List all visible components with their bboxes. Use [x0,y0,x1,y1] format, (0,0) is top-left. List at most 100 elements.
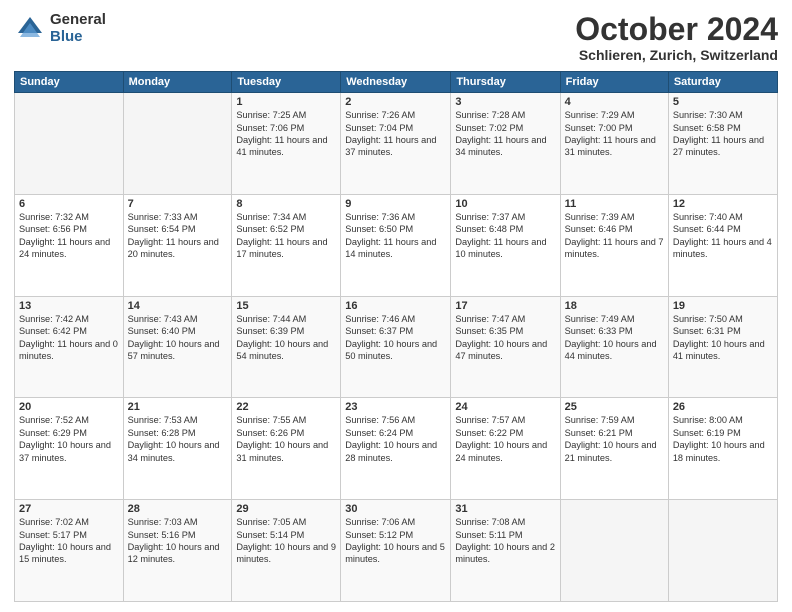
logo-blue-text: Blue [50,29,106,46]
day-number: 14 [128,300,228,312]
calendar-cell-w4-d0: 27Sunrise: 7:02 AM Sunset: 5:17 PM Dayli… [15,500,124,602]
calendar-cell-w0-d0 [15,93,124,195]
week-row-2: 13Sunrise: 7:42 AM Sunset: 6:42 PM Dayli… [15,296,778,398]
day-info: Sunrise: 7:06 AM Sunset: 5:12 PM Dayligh… [345,516,446,566]
calendar-cell-w4-d1: 28Sunrise: 7:03 AM Sunset: 5:16 PM Dayli… [123,500,232,602]
day-info: Sunrise: 7:59 AM Sunset: 6:21 PM Dayligh… [565,414,664,464]
day-number: 27 [19,503,119,515]
week-row-0: 1Sunrise: 7:25 AM Sunset: 7:06 PM Daylig… [15,93,778,195]
header: General Blue October 2024 Schlieren, Zur… [14,12,778,63]
calendar-cell-w1-d0: 6Sunrise: 7:32 AM Sunset: 6:56 PM Daylig… [15,194,124,296]
day-info: Sunrise: 7:29 AM Sunset: 7:00 PM Dayligh… [565,109,664,159]
day-info: Sunrise: 7:50 AM Sunset: 6:31 PM Dayligh… [673,313,773,363]
day-number: 6 [19,198,119,210]
day-info: Sunrise: 7:53 AM Sunset: 6:28 PM Dayligh… [128,414,228,464]
calendar-cell-w2-d3: 16Sunrise: 7:46 AM Sunset: 6:37 PM Dayli… [341,296,451,398]
logo-general-text: General [50,12,106,29]
day-info: Sunrise: 7:49 AM Sunset: 6:33 PM Dayligh… [565,313,664,363]
header-saturday: Saturday [668,72,777,93]
day-info: Sunrise: 7:02 AM Sunset: 5:17 PM Dayligh… [19,516,119,566]
calendar-cell-w2-d0: 13Sunrise: 7:42 AM Sunset: 6:42 PM Dayli… [15,296,124,398]
day-number: 7 [128,198,228,210]
day-number: 30 [345,503,446,515]
calendar-cell-w4-d3: 30Sunrise: 7:06 AM Sunset: 5:12 PM Dayli… [341,500,451,602]
day-number: 12 [673,198,773,210]
calendar-cell-w1-d6: 12Sunrise: 7:40 AM Sunset: 6:44 PM Dayli… [668,194,777,296]
location: Schlieren, Zurich, Switzerland [575,47,778,63]
day-info: Sunrise: 8:00 AM Sunset: 6:19 PM Dayligh… [673,414,773,464]
day-number: 22 [236,401,336,413]
day-number: 4 [565,96,664,108]
calendar-cell-w3-d2: 22Sunrise: 7:55 AM Sunset: 6:26 PM Dayli… [232,398,341,500]
calendar-cell-w2-d1: 14Sunrise: 7:43 AM Sunset: 6:40 PM Dayli… [123,296,232,398]
logo-icon [14,13,46,45]
day-number: 26 [673,401,773,413]
calendar-table: Sunday Monday Tuesday Wednesday Thursday… [14,71,778,602]
calendar-cell-w2-d2: 15Sunrise: 7:44 AM Sunset: 6:39 PM Dayli… [232,296,341,398]
day-info: Sunrise: 7:08 AM Sunset: 5:11 PM Dayligh… [455,516,555,566]
day-info: Sunrise: 7:46 AM Sunset: 6:37 PM Dayligh… [345,313,446,363]
title-section: October 2024 Schlieren, Zurich, Switzerl… [575,12,778,63]
day-number: 2 [345,96,446,108]
day-info: Sunrise: 7:56 AM Sunset: 6:24 PM Dayligh… [345,414,446,464]
page: General Blue October 2024 Schlieren, Zur… [0,0,792,612]
day-info: Sunrise: 7:52 AM Sunset: 6:29 PM Dayligh… [19,414,119,464]
day-number: 16 [345,300,446,312]
day-number: 28 [128,503,228,515]
calendar-cell-w0-d4: 3Sunrise: 7:28 AM Sunset: 7:02 PM Daylig… [451,93,560,195]
day-info: Sunrise: 7:42 AM Sunset: 6:42 PM Dayligh… [19,313,119,363]
day-info: Sunrise: 7:44 AM Sunset: 6:39 PM Dayligh… [236,313,336,363]
week-row-4: 27Sunrise: 7:02 AM Sunset: 5:17 PM Dayli… [15,500,778,602]
week-row-1: 6Sunrise: 7:32 AM Sunset: 6:56 PM Daylig… [15,194,778,296]
calendar-cell-w1-d2: 8Sunrise: 7:34 AM Sunset: 6:52 PM Daylig… [232,194,341,296]
calendar-cell-w1-d1: 7Sunrise: 7:33 AM Sunset: 6:54 PM Daylig… [123,194,232,296]
calendar-cell-w4-d6 [668,500,777,602]
logo-text: General Blue [50,12,106,45]
day-number: 23 [345,401,446,413]
day-number: 19 [673,300,773,312]
day-number: 15 [236,300,336,312]
day-number: 8 [236,198,336,210]
day-info: Sunrise: 7:33 AM Sunset: 6:54 PM Dayligh… [128,211,228,261]
day-number: 3 [455,96,555,108]
day-info: Sunrise: 7:28 AM Sunset: 7:02 PM Dayligh… [455,109,555,159]
day-info: Sunrise: 7:47 AM Sunset: 6:35 PM Dayligh… [455,313,555,363]
day-number: 24 [455,401,555,413]
calendar-cell-w1-d3: 9Sunrise: 7:36 AM Sunset: 6:50 PM Daylig… [341,194,451,296]
day-number: 18 [565,300,664,312]
calendar-cell-w3-d3: 23Sunrise: 7:56 AM Sunset: 6:24 PM Dayli… [341,398,451,500]
calendar-cell-w4-d4: 31Sunrise: 7:08 AM Sunset: 5:11 PM Dayli… [451,500,560,602]
day-info: Sunrise: 7:32 AM Sunset: 6:56 PM Dayligh… [19,211,119,261]
calendar-cell-w2-d4: 17Sunrise: 7:47 AM Sunset: 6:35 PM Dayli… [451,296,560,398]
calendar-cell-w3-d1: 21Sunrise: 7:53 AM Sunset: 6:28 PM Dayli… [123,398,232,500]
logo: General Blue [14,12,106,45]
month-title: October 2024 [575,12,778,47]
day-info: Sunrise: 7:57 AM Sunset: 6:22 PM Dayligh… [455,414,555,464]
calendar-cell-w0-d3: 2Sunrise: 7:26 AM Sunset: 7:04 PM Daylig… [341,93,451,195]
calendar-cell-w0-d1 [123,93,232,195]
calendar-cell-w2-d6: 19Sunrise: 7:50 AM Sunset: 6:31 PM Dayli… [668,296,777,398]
day-number: 17 [455,300,555,312]
calendar-cell-w1-d4: 10Sunrise: 7:37 AM Sunset: 6:48 PM Dayli… [451,194,560,296]
calendar-cell-w4-d2: 29Sunrise: 7:05 AM Sunset: 5:14 PM Dayli… [232,500,341,602]
calendar-cell-w1-d5: 11Sunrise: 7:39 AM Sunset: 6:46 PM Dayli… [560,194,668,296]
header-thursday: Thursday [451,72,560,93]
calendar-cell-w0-d2: 1Sunrise: 7:25 AM Sunset: 7:06 PM Daylig… [232,93,341,195]
header-wednesday: Wednesday [341,72,451,93]
day-number: 5 [673,96,773,108]
day-number: 31 [455,503,555,515]
day-number: 9 [345,198,446,210]
week-row-3: 20Sunrise: 7:52 AM Sunset: 6:29 PM Dayli… [15,398,778,500]
day-number: 11 [565,198,664,210]
day-number: 1 [236,96,336,108]
header-sunday: Sunday [15,72,124,93]
header-tuesday: Tuesday [232,72,341,93]
day-info: Sunrise: 7:34 AM Sunset: 6:52 PM Dayligh… [236,211,336,261]
day-info: Sunrise: 7:36 AM Sunset: 6:50 PM Dayligh… [345,211,446,261]
calendar-cell-w4-d5 [560,500,668,602]
day-info: Sunrise: 7:43 AM Sunset: 6:40 PM Dayligh… [128,313,228,363]
day-number: 20 [19,401,119,413]
day-info: Sunrise: 7:40 AM Sunset: 6:44 PM Dayligh… [673,211,773,261]
day-info: Sunrise: 7:30 AM Sunset: 6:58 PM Dayligh… [673,109,773,159]
day-info: Sunrise: 7:03 AM Sunset: 5:16 PM Dayligh… [128,516,228,566]
